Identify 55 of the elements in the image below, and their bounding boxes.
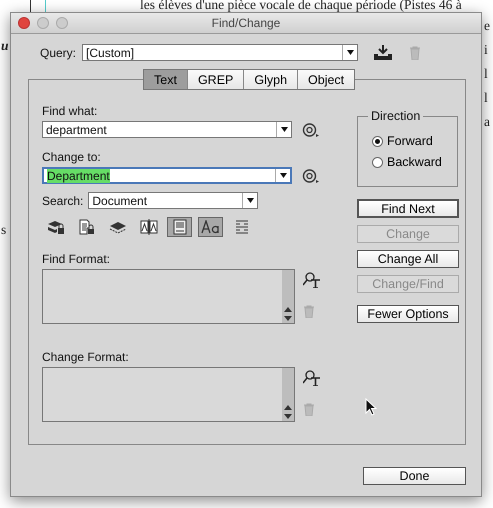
tab[interactable]: Glyph: [244, 70, 298, 89]
tab[interactable]: Text: [144, 70, 188, 89]
document-text: a: [484, 114, 490, 130]
layers-icon: [108, 220, 126, 234]
format-label: Find Format:: [42, 252, 112, 266]
query-label: Query:: [40, 46, 76, 60]
case-icon: [200, 220, 220, 234]
document-text: l: [484, 66, 488, 82]
direction-label: Direction: [368, 109, 424, 123]
scroll-up-icon[interactable]: [284, 405, 292, 410]
scroll-down-icon[interactable]: [284, 316, 292, 321]
document-text: l: [484, 90, 488, 106]
format-label: Change Format:: [42, 350, 130, 364]
locked-layers-icon: [46, 219, 64, 235]
window-title: Find/Change: [212, 16, 280, 30]
dropdown-arrow-icon: [346, 50, 354, 55]
scrollbar[interactable]: [282, 270, 294, 323]
document-text: s: [1, 222, 6, 238]
search-label: Search:: [42, 194, 84, 208]
locked-document-icon: [78, 219, 96, 235]
special-characters-icon[interactable]: [302, 122, 320, 138]
scroll-down-icon[interactable]: [284, 414, 292, 419]
special-characters-icon[interactable]: [302, 168, 320, 184]
save-query-icon[interactable]: [373, 44, 394, 61]
dropdown-arrow-icon: [246, 198, 254, 203]
action-button[interactable]: Change All: [357, 250, 459, 268]
master-pages-icon: [140, 219, 158, 235]
search-dropdown[interactable]: Document: [88, 192, 258, 209]
radio-option[interactable]: Forward: [372, 134, 457, 148]
change-to-label: Change to:: [42, 150, 102, 164]
option-toggle[interactable]: [167, 217, 192, 237]
tab[interactable]: GREP: [188, 70, 244, 89]
document-text: u: [1, 38, 9, 54]
scroll-up-icon[interactable]: [284, 307, 292, 312]
action-button[interactable]: Find Next: [357, 199, 459, 218]
whole-word-icon: [234, 220, 248, 234]
action-button[interactable]: Fewer Options: [357, 305, 459, 323]
format-search-icon[interactable]: [303, 272, 321, 288]
document-text: e: [484, 18, 490, 34]
radio-option[interactable]: Backward: [372, 155, 457, 169]
scrollbar[interactable]: [282, 368, 294, 421]
dropdown-arrow-icon: [280, 127, 288, 132]
query-dropdown[interactable]: [Custom]: [82, 44, 358, 61]
dropdown-arrow-icon: [280, 173, 286, 178]
format-search-icon[interactable]: [303, 370, 321, 386]
tab[interactable]: Object: [298, 70, 354, 89]
document-text: i: [484, 42, 488, 58]
change-to-field[interactable]: Department: [42, 167, 292, 184]
option-toggle[interactable]: [198, 217, 223, 237]
find-what-field[interactable]: department: [42, 121, 292, 138]
done-button[interactable]: Done: [363, 467, 466, 485]
footnote-icon: [172, 219, 186, 235]
mouse-pointer-icon: [365, 398, 377, 416]
find-what-label: Find what:: [42, 104, 98, 118]
close-button[interactable]: [18, 17, 30, 29]
